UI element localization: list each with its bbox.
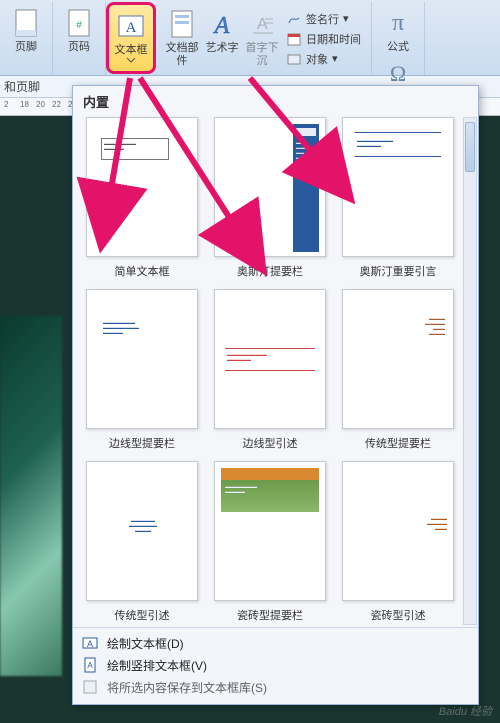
thumb: ▬▬▬▬▬▬▬▬▬▬▬ [214,117,326,257]
wordart-label: 艺术字 [206,42,239,55]
equation-icon: π [382,7,414,39]
doc-parts-icon [166,8,198,40]
gallery: ▬▬▬▬▬▬▬▬▬▬▬▬▬ 简单文本框 ▬▬▬▬▬▬▬▬▬▬▬ 奥斯汀提要栏 ▬… [73,115,478,627]
group-header-footer: 页脚 [0,2,53,75]
gallery-caption: 传统型提要栏 [365,435,431,451]
group-text-box-highlighted: A 文本框 [106,2,156,74]
watermark: Baidu 经验 [439,703,492,719]
datetime-label: 日期和时间 [306,31,361,47]
doc-parts-label: 文档部件 [163,42,201,68]
thumb: ▬▬▬▬▬▬▬▬▬▬▬▬▬▬▬ [342,117,454,257]
text-box-gallery-panel: 内置 ▬▬▬▬▬▬▬▬▬▬▬▬▬ 简单文本框 ▬▬▬▬▬▬▬▬▬▬▬ 奥斯汀提要… [72,85,479,705]
menu-label: 绘制文本框(D) [107,635,184,652]
gallery-item-austin-sidebar[interactable]: ▬▬▬▬▬▬▬▬▬▬▬ 奥斯汀提要栏 [211,117,329,279]
object-icon [286,51,302,67]
text-box-label: 文本框 [115,44,148,57]
document-background [0,316,62,676]
wordart-icon: A [206,8,238,40]
chevron-down-icon [126,57,136,63]
text-small-items: 签名行 ▾ 日期和时间 对象 ▾ [282,8,365,70]
page-number-button[interactable]: # 页码 [59,4,99,72]
gallery-scrollbar[interactable] [463,117,477,625]
gallery-item-traditional-quote[interactable]: ▬▬▬▬▬▬▬▬▬▬▬▬▬▬▬▬▬ 传统型引述 [83,461,201,623]
datetime-button[interactable]: 日期和时间 [286,30,361,48]
thumb: ▬▬▬▬▬▬▬▬▬▬▬▬▬▬▬▬ [342,289,454,429]
thumb: ▬▬▬▬▬▬▬▬▬▬▬▬▬▬▬▬▬ [86,461,198,601]
vertical-text-box-icon: A [81,656,99,674]
gallery-caption: 奥斯汀提要栏 [237,263,303,279]
page-number-label: 页码 [68,41,90,54]
svg-text:#: # [76,20,82,31]
equation-label: 公式 [387,41,409,54]
gallery-item-border-quote[interactable]: ▬▬▬▬▬▬▬▬▬▬▬▬▬▬▬▬ 边线型引述 [211,289,329,451]
object-label: 对象 [306,51,328,67]
page-number-icon: # [63,7,95,39]
gallery-item-border-sidebar[interactable]: ▬▬▬▬▬▬▬▬▬▬▬▬▬▬▬▬▬▬▬▬▬▬ 边线型提要栏 [83,289,201,451]
gallery-caption: 边线型引述 [243,435,298,451]
signature-label: 签名行 [306,11,339,27]
object-button[interactable]: 对象 ▾ [286,50,361,68]
footer-button[interactable]: 页脚 [6,4,46,72]
gallery-caption: 简单文本框 [115,263,170,279]
gallery-caption: 边线型提要栏 [109,435,175,451]
gallery-item-tile-sidebar[interactable]: ▬▬▬▬▬▬▬▬▬▬▬▬▬ 瓷砖型提要栏 [211,461,329,623]
chevron-down-icon: ▾ [343,12,349,25]
doc-parts-button[interactable]: 文档部件 [162,5,202,73]
gallery-item-austin-quote[interactable]: ▬▬▬▬▬▬▬▬▬▬▬▬▬▬▬ 奥斯汀重要引言 [339,117,457,279]
save-icon [81,678,99,696]
svg-text:A: A [87,639,93,649]
text-box-icon: A [115,10,147,42]
menu-label: 将所选内容保存到文本框库(S) [107,679,267,696]
svg-text:A: A [213,13,230,39]
signature-icon [286,11,302,27]
gallery-caption: 瓷砖型引述 [371,607,426,623]
menu-label: 绘制竖排文本框(V) [107,657,207,674]
thumb: ▬▬▬▬▬▬▬▬▬▬▬▬▬ [86,117,198,257]
panel-header: 内置 [73,86,478,115]
gallery-item-traditional-sidebar[interactable]: ▬▬▬▬▬▬▬▬▬▬▬▬▬▬▬▬ 传统型提要栏 [339,289,457,451]
gallery-item-tile-quote[interactable]: ▬▬▬▬▬▬▬▬▬▬▬▬ 瓷砖型引述 [339,461,457,623]
signature-line-button[interactable]: 签名行 ▾ [286,10,361,28]
ribbon: 页脚 # 页码 A 文本框 文档部件 A [0,0,500,76]
group-page-number: # 页码 [53,2,106,75]
thumb: ▬▬▬▬▬▬▬▬▬▬▬▬ [342,461,454,601]
gallery-item-simple[interactable]: ▬▬▬▬▬▬▬▬▬▬▬▬▬ 简单文本框 [83,117,201,279]
thumb: ▬▬▬▬▬▬▬▬▬▬▬▬▬▬▬▬▬▬▬▬▬▬ [86,289,198,429]
text-box-icon: A [81,634,99,652]
footer-icon [10,7,42,39]
thumb: ▬▬▬▬▬▬▬▬▬▬▬▬▬▬▬▬ [214,289,326,429]
dropcap-label: 首字下沉 [243,42,281,68]
thumb: ▬▬▬▬▬▬▬▬▬▬▬▬▬ [214,461,326,601]
gallery-caption: 瓷砖型提要栏 [237,607,303,623]
group-symbols: π 公式 Ω 符号 # 编号 [372,2,425,75]
dropcap-button[interactable]: A 首字下沉 [242,5,282,73]
gallery-caption: 传统型引述 [115,607,170,623]
menu-save-to-gallery[interactable]: 将所选内容保存到文本框库(S) [81,676,470,698]
dropcap-icon: A [246,8,278,40]
menu-draw-text-box[interactable]: A 绘制文本框(D) [81,632,470,654]
chevron-down-icon: ▾ [332,52,338,65]
scroll-thumb[interactable] [465,122,475,172]
equation-button[interactable]: π 公式 [378,4,418,55]
text-box-button[interactable]: A 文本框 [109,7,153,69]
gallery-caption: 奥斯汀重要引言 [360,263,437,279]
svg-text:A: A [126,20,137,36]
panel-footer: A 绘制文本框(D) A 绘制竖排文本框(V) 将所选内容保存到文本框库(S) [73,627,478,704]
group-text: 文档部件 A 艺术字 A 首字下沉 签名行 ▾ 日期和时间 [156,2,372,75]
svg-text:A: A [87,661,93,670]
footer-label: 页脚 [15,41,37,54]
menu-draw-vertical-text-box[interactable]: A 绘制竖排文本框(V) [81,654,470,676]
calendar-icon [286,31,302,47]
wordart-button[interactable]: A 艺术字 [202,5,242,73]
